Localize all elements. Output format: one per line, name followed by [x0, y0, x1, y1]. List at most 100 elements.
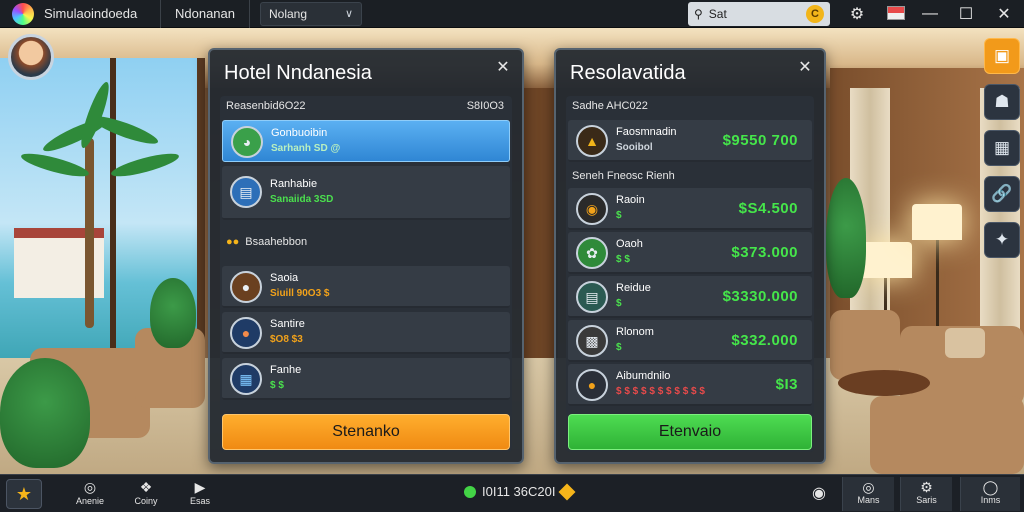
currency-display: I0I11 36C20I: [464, 483, 576, 500]
close-icon[interactable]: ✕: [796, 58, 814, 76]
nav-item-label: Esas: [189, 496, 210, 506]
list-item[interactable]: ● Saoia Siuill 90O3 $: [222, 266, 510, 308]
bowl-icon: ◕: [231, 126, 263, 158]
list-item[interactable]: ▤ Ranhabie Sanaiida 3SD: [222, 166, 510, 220]
ring-icon: ◯: [982, 479, 999, 495]
list-item-sub: $: [616, 210, 622, 221]
ticket-icon: ▤: [230, 176, 262, 208]
right-sidebar: ▣ ☗ ▦ 🔗 ✦: [980, 34, 1024, 264]
plate-icon: ◉: [576, 193, 608, 225]
tab-region[interactable]: Ndonanan: [167, 6, 243, 21]
nav-item-label: Coiny: [134, 496, 158, 506]
hotel-panel: Hotel Nndanesia ✕ Reasenbid6O22 S8I0O3 ◕…: [208, 48, 524, 464]
close-icon[interactable]: ✕: [993, 3, 1015, 25]
sidebar-bag-icon[interactable]: ☗: [984, 84, 1020, 120]
list-item-title: Faosmnadin: [616, 126, 677, 138]
nav-item-label: Anenie: [75, 496, 105, 506]
panel-title: Hotel Nndanesia: [224, 62, 372, 84]
leaf-icon: ✿: [576, 237, 608, 269]
list-item[interactable]: ▦ Fanhe $ $: [222, 358, 510, 400]
list-item-title: Raoin: [616, 194, 645, 206]
sidebar-tools-icon[interactable]: ✦: [984, 222, 1020, 258]
sidebar-store-icon[interactable]: ▣: [984, 38, 1020, 74]
dropdown-value: Nolang: [269, 6, 308, 21]
list-item-value: $S4.500: [738, 200, 798, 217]
close-icon[interactable]: ✕: [494, 58, 512, 76]
nav-item-label: Inms: [980, 495, 1001, 505]
potted-plant: [0, 358, 90, 468]
sidebar-grid-icon[interactable]: ▦: [984, 130, 1020, 166]
gem-icon: [558, 483, 576, 500]
list-item[interactable]: ▲ Faosmnadin Sooibol $9550 700: [568, 120, 812, 162]
maximize-icon[interactable]: ☐: [955, 3, 977, 25]
list-item-value: $3330.000: [722, 288, 798, 305]
bottom-bar: ★ ◎ Anenie ❖ Coiny ▶ Esas I0I11 36C20I ◉…: [0, 474, 1024, 512]
list-item-title: Ranhabie: [270, 178, 318, 190]
list-item-sub: Sanaiida 3SD: [270, 194, 334, 205]
play-icon: ▶: [194, 479, 206, 495]
nav-item-label: Saris: [916, 495, 937, 505]
list-item-title: Oaoh: [616, 238, 643, 250]
coin-stack-icon: ●●: [226, 236, 240, 248]
confirm-button[interactable]: Etenvaio: [568, 414, 812, 450]
cushion: [945, 328, 985, 358]
section-label: ●● Bsaahebbon: [226, 236, 307, 248]
list-item[interactable]: ▩ Rlonom $ $332.000: [568, 320, 812, 362]
minimize-icon[interactable]: —: [919, 3, 941, 25]
center-wall: [522, 88, 558, 358]
palm-trunk: [85, 138, 94, 328]
list-item-sub: Sooibol: [616, 142, 653, 153]
list-item-title: Gonbuoibin: [271, 127, 328, 139]
nav-item-coiny[interactable]: ❖ Coiny: [122, 478, 170, 512]
nav-item-mans[interactable]: ◎ Mans: [842, 477, 894, 511]
list-item-value: $332.000: [731, 332, 798, 349]
list-item-title: Saoia: [270, 272, 299, 284]
sidebar-link-icon[interactable]: 🔗: [984, 176, 1020, 212]
list-item[interactable]: ◕ Gonbuoibin Sarhanh SD @: [222, 120, 510, 162]
floor-lamp: [862, 242, 912, 278]
coin-icon[interactable]: C: [806, 5, 824, 23]
search-value: Sat: [708, 7, 727, 21]
list-header-right: S8I0O3: [466, 100, 504, 112]
divider: [249, 0, 250, 28]
list-item[interactable]: ▤ Reidue $ $3330.000: [568, 276, 812, 318]
list-item-title: Santire: [270, 318, 305, 330]
list-item-sub: Siuill 90O3 $: [270, 288, 330, 299]
sofa: [870, 396, 1024, 474]
food-icon: ●: [230, 271, 262, 303]
divider: [160, 0, 161, 28]
list-item-sub: $O8 $3: [270, 334, 303, 345]
list-item-title: Aibumdnilo: [616, 370, 671, 382]
map-icon: ◎: [862, 479, 875, 495]
potted-plant: [150, 278, 196, 348]
nav-item-saris[interactable]: ⚙ Saris: [900, 477, 952, 511]
star-icon[interactable]: ★: [6, 479, 42, 509]
nav-item-esas[interactable]: ▶ Esas: [176, 478, 224, 512]
coffee-table: [838, 370, 930, 396]
list-item[interactable]: ◉ Raoin $ $S4.500: [568, 188, 812, 230]
app-title: Simulaoindoeda: [44, 6, 138, 21]
search-field[interactable]: ⚲ Sat C: [688, 2, 830, 26]
puzzle-icon: ❖: [139, 479, 153, 495]
doc-icon: ▤: [576, 281, 608, 313]
flag-icon[interactable]: [887, 6, 905, 20]
list-item-title: Rlonom: [616, 326, 654, 338]
resource-list: Sadhe AHC022 ▲ Faosmnadin Sooibol $9550 …: [566, 96, 814, 452]
list-item-value: $9550 700: [722, 132, 798, 149]
location-dropdown[interactable]: Nolang ∨: [260, 1, 362, 26]
list-item[interactable]: ● Aibumdnilo $ $ $ $ $ $ $ $ $ $ $ $I3: [568, 364, 812, 406]
settings-gear-icon[interactable]: ⚙: [846, 3, 868, 25]
player-avatar[interactable]: [8, 34, 54, 80]
list-item-value: $I3: [775, 376, 798, 393]
primary-action-button[interactable]: Stenanko: [222, 414, 510, 450]
camera-icon[interactable]: ◉: [808, 482, 830, 504]
list-item[interactable]: ✿ Oaoh $ $ $373.000: [568, 232, 812, 274]
box-icon: ▩: [576, 325, 608, 357]
ball-icon: ●: [230, 317, 262, 349]
nav-item-anenie[interactable]: ◎ Anenie: [66, 478, 114, 512]
gear-icon: ⚙: [920, 479, 933, 495]
nav-item-inms[interactable]: ◯ Inms: [960, 477, 1020, 511]
list-item-sub: $ $: [616, 254, 630, 265]
list-item[interactable]: ● Santire $O8 $3: [222, 312, 510, 354]
list-item-title: Reidue: [616, 282, 651, 294]
